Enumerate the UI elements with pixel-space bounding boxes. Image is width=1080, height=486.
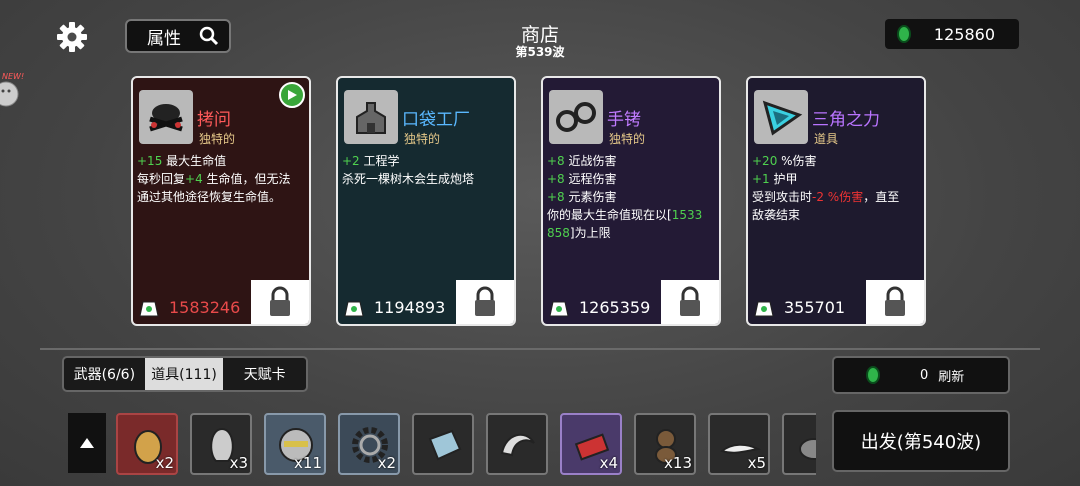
divider: [40, 348, 1040, 350]
inventory-slot[interactable]: [486, 413, 548, 475]
search-icon: [199, 26, 219, 46]
refresh-cost: 0: [920, 367, 929, 383]
material-coin-icon: [866, 366, 880, 384]
factory-icon: [344, 90, 398, 144]
card-name: 手铐: [607, 110, 641, 130]
tab-weapons[interactable]: 武器(6/6): [64, 358, 145, 390]
inventory-tabs: 武器(6/6) 道具(111) 天赋卡: [62, 356, 308, 392]
claw-icon: [500, 433, 535, 457]
card-price: 1583246: [137, 296, 240, 318]
start-wave-button[interactable]: 出发(第540波): [832, 410, 1010, 472]
lock-button[interactable]: [456, 280, 514, 324]
handcuffs-icon: [549, 90, 603, 144]
wave-label: 第539波: [515, 45, 565, 59]
tab-talents[interactable]: 天赋卡: [223, 358, 306, 390]
inventory-slot[interactable]: x2: [338, 413, 400, 475]
lock-button[interactable]: [661, 280, 719, 324]
shop-card-pocket-factory[interactable]: 口袋工厂 独特的 +2 工程学 杀死一棵树木会生成炮塔 1194893: [336, 76, 516, 326]
card-description: +2 工程学 杀死一棵树木会生成炮塔: [342, 154, 475, 186]
shop-card-triforce[interactable]: 三角之力 道具 +20 %伤害 +1 护甲 受到攻击时-2 %伤害，直至 敌袭结…: [746, 76, 926, 326]
card-rarity: 独特的: [199, 132, 236, 146]
lock-icon: [885, 286, 905, 316]
torture-icon: [139, 90, 193, 144]
triangle-up-icon: [80, 438, 94, 448]
inventory-slot[interactable]: x11: [264, 413, 326, 475]
settings-gear-icon[interactable]: [55, 20, 89, 54]
price-bag-icon: [754, 301, 774, 317]
triangle-icon: [754, 90, 808, 144]
card-rarity: 道具: [814, 132, 839, 146]
card-description: +8 近战伤害 +8 远程伤害 +8 元素伤害 你的最大生命值现在以[1533 …: [547, 154, 703, 240]
svg-text:NEW!: NEW!: [2, 72, 24, 81]
inventory-slot[interactable]: [782, 413, 816, 475]
card-description: +20 %伤害 +1 护甲 受到攻击时-2 %伤害，直至 敌袭结束: [752, 154, 900, 222]
attributes-label: 属性: [147, 28, 181, 49]
lock-button[interactable]: [251, 280, 309, 324]
money-display: 125860: [885, 19, 1019, 49]
money-value: 125860: [933, 24, 995, 44]
card-description: +15 最大生命值 每秒回复+4 生命值，但无法 通过其他途径恢复生命值。: [137, 154, 291, 204]
inventory-slot[interactable]: x4: [560, 413, 622, 475]
inventory-slot[interactable]: x3: [190, 413, 252, 475]
price-bag-icon: [344, 301, 364, 317]
lock-icon: [270, 286, 290, 316]
expand-up-button[interactable]: [68, 413, 106, 473]
card-name: 口袋工厂: [402, 110, 470, 130]
lock-icon: [680, 286, 700, 316]
lock-button[interactable]: [866, 280, 924, 324]
card-price: 355701: [752, 296, 845, 318]
bowl-icon: [799, 438, 816, 460]
shop-card-handcuffs[interactable]: 手铐 独特的 +8 近战伤害 +8 远程伤害 +8 元素伤害 你的最大生命值现在…: [541, 76, 721, 326]
card-name: 拷问: [197, 110, 231, 130]
inventory-slot[interactable]: x13: [634, 413, 696, 475]
inventory-bar: x2 x3 x11 x2 x4 x13 x5: [116, 413, 816, 475]
card-price: 1194893: [342, 296, 445, 318]
inventory-slot[interactable]: [412, 413, 474, 475]
card-name: 三角之力: [812, 110, 880, 130]
refresh-button[interactable]: 0 刷新: [832, 356, 1010, 394]
shop-card-torture[interactable]: 拷问 独特的 +15 最大生命值 每秒回复+4 生命值，但无法 通过其他途径恢复…: [131, 76, 311, 326]
new-badge-icon[interactable]: NEW!: [0, 70, 30, 110]
price-bag-icon: [139, 301, 159, 317]
refresh-label: 刷新: [938, 369, 965, 385]
attributes-button[interactable]: 属性: [125, 19, 231, 53]
card-rarity: 独特的: [404, 132, 441, 146]
play-icon[interactable]: [279, 82, 305, 108]
inventory-slot[interactable]: x5: [708, 413, 770, 475]
book-icon: [428, 429, 462, 461]
tab-items[interactable]: 道具(111): [144, 358, 224, 390]
price-bag-icon: [549, 301, 569, 317]
card-price: 1265359: [547, 296, 650, 318]
card-rarity: 独特的: [609, 132, 646, 146]
material-coin-icon: [897, 25, 911, 43]
inventory-slot[interactable]: x2: [116, 413, 178, 475]
lock-icon: [475, 286, 495, 316]
